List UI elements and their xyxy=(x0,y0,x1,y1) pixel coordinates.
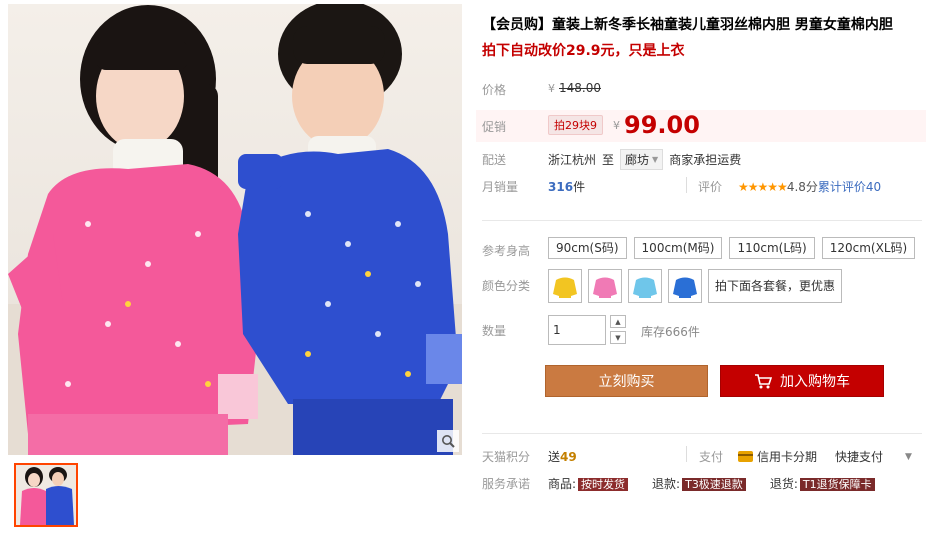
destination-value: 廊坊 xyxy=(625,153,650,167)
jacket-icon xyxy=(553,277,577,298)
stock-info: 库存666件 xyxy=(641,325,700,339)
points-label: 天猫积分 xyxy=(482,450,531,464)
buy-now-button[interactable]: 立刻购买 xyxy=(545,365,708,397)
zoom-icon[interactable] xyxy=(437,430,459,452)
currency-symbol: ¥ xyxy=(548,81,555,95)
promo-label: 促销 xyxy=(482,120,507,134)
quantity-label: 数量 xyxy=(482,324,507,338)
color-swatch-yellow[interactable] xyxy=(548,269,582,303)
review-count[interactable]: 40 xyxy=(866,180,881,194)
monthly-sales-count: 316 xyxy=(548,179,574,194)
destination-select[interactable]: 廊坊 ▼ xyxy=(620,149,664,170)
delivery-row: 浙江杭州 至 廊坊 ▼ 商家承担运费 xyxy=(548,149,741,170)
rating-stars-icon: ★★★★★ xyxy=(738,179,788,194)
color-options: 拍下面各套餐，更优惠 xyxy=(548,269,843,303)
color-swatch-blue[interactable] xyxy=(668,269,702,303)
service-row: 商品: 按时发货 退款: T3极速退款 退货: T1退货保障卡 xyxy=(548,475,875,492)
monthly-sales-unit: 件 xyxy=(573,180,586,194)
size-option-s[interactable]: 90cm(S码) xyxy=(548,237,627,259)
product-title: 【会员购】童装上新冬季长袖童装儿童羽丝棉内胆 男童女童棉内胆 xyxy=(482,17,893,33)
product-subtitle: 拍下自动改价29.9元，只是上衣 xyxy=(482,43,685,59)
service-prefix: 退款: xyxy=(652,477,681,491)
main-product-image[interactable] xyxy=(8,4,462,455)
thumbnail-1[interactable] xyxy=(14,463,78,527)
promo-price-value: 99.00 xyxy=(624,111,700,139)
original-price: ¥ 148.00 xyxy=(548,81,601,95)
monthly-sales: 316 件 xyxy=(548,178,585,195)
size-option-m[interactable]: 100cm(M码) xyxy=(633,237,723,259)
shipping-info: 商家承担运费 xyxy=(669,153,742,167)
size-option-xl[interactable]: 120cm(XL码) xyxy=(821,237,916,259)
cart-icon xyxy=(755,374,772,389)
promo-tag: 拍29块9 xyxy=(548,115,603,135)
quantity-input[interactable]: 1 xyxy=(548,315,606,345)
jacket-icon xyxy=(673,277,697,298)
product-photo xyxy=(8,4,462,455)
buy-now-label: 立刻购买 xyxy=(598,374,655,390)
points-prefix: 送 xyxy=(548,450,561,464)
credit-card-icon xyxy=(738,451,754,462)
delivery-origin: 浙江杭州 xyxy=(548,153,597,167)
size-option-l[interactable]: 110cm(L码) xyxy=(729,237,815,259)
add-to-cart-button[interactable]: 加入购物车 xyxy=(720,365,884,397)
service-tag-shipping[interactable]: 按时发货 xyxy=(578,478,629,491)
service-item: 退货: T1退货保障卡 xyxy=(770,475,875,492)
service-item: 退款: T3极速退款 xyxy=(652,475,746,492)
promo-currency: ¥ xyxy=(613,118,620,132)
color-option-bundle[interactable]: 拍下面各套餐，更优惠 xyxy=(708,269,843,303)
product-page: 【会员购】童装上新冬季长袖童装儿童羽丝棉内胆 男童女童棉内胆 拍下自动改价29.… xyxy=(0,0,930,534)
reviews[interactable]: 评价 ★★★★★ 4.8分 累计评价 40 xyxy=(698,178,881,195)
points-row: 送 49 xyxy=(548,448,577,465)
payment-label: 支付 xyxy=(699,450,724,464)
points-value: 49 xyxy=(560,449,577,464)
jacket-icon xyxy=(633,277,657,298)
review-text[interactable]: 累计评价 xyxy=(818,178,866,195)
payment-installment[interactable]: 信用卡分期 xyxy=(757,448,817,465)
payment-quick[interactable]: 快捷支付 xyxy=(835,448,883,465)
quantity-decrease-button[interactable]: ▼ xyxy=(610,331,626,344)
delivery-to: 至 xyxy=(602,153,615,167)
service-label: 服务承诺 xyxy=(482,477,531,491)
payment-row: 支付 信用卡分期 快捷支付 ▼ xyxy=(699,448,912,465)
chevron-down-icon: ▼ xyxy=(652,155,659,164)
color-label: 颜色分类 xyxy=(482,279,531,293)
monthly-sales-label: 月销量 xyxy=(482,180,519,194)
section-divider xyxy=(482,433,922,434)
review-label: 评价 xyxy=(698,180,723,194)
jacket-icon xyxy=(593,277,617,298)
chevron-down-icon[interactable]: ▼ xyxy=(905,452,912,462)
color-swatch-pink[interactable] xyxy=(588,269,622,303)
divider xyxy=(686,446,687,462)
original-price-value: 148.00 xyxy=(559,81,601,95)
rating-score: 4.8分 xyxy=(786,180,818,194)
promo-area xyxy=(476,110,926,142)
service-tag-refund[interactable]: T3极速退款 xyxy=(682,478,746,491)
service-tag-return[interactable]: T1退货保障卡 xyxy=(799,478,875,491)
service-prefix: 退货: xyxy=(769,477,798,491)
service-item: 商品: 按时发货 xyxy=(548,475,629,492)
add-to-cart-label: 加入购物车 xyxy=(780,374,850,390)
size-options: 90cm(S码) 100cm(M码) 110cm(L码) 120cm(XL码) xyxy=(548,237,922,259)
quantity-increase-button[interactable]: ▲ xyxy=(610,315,626,328)
delivery-label: 配送 xyxy=(482,153,507,167)
color-swatch-light-blue[interactable] xyxy=(628,269,662,303)
promo-price: 拍29块9 ¥ 99.00 xyxy=(548,110,700,140)
size-label: 参考身高 xyxy=(482,244,531,258)
price-label: 价格 xyxy=(482,83,507,97)
divider xyxy=(686,177,687,193)
service-prefix: 商品: xyxy=(548,477,577,491)
thumbnail-image xyxy=(20,467,74,525)
section-divider xyxy=(482,220,922,221)
